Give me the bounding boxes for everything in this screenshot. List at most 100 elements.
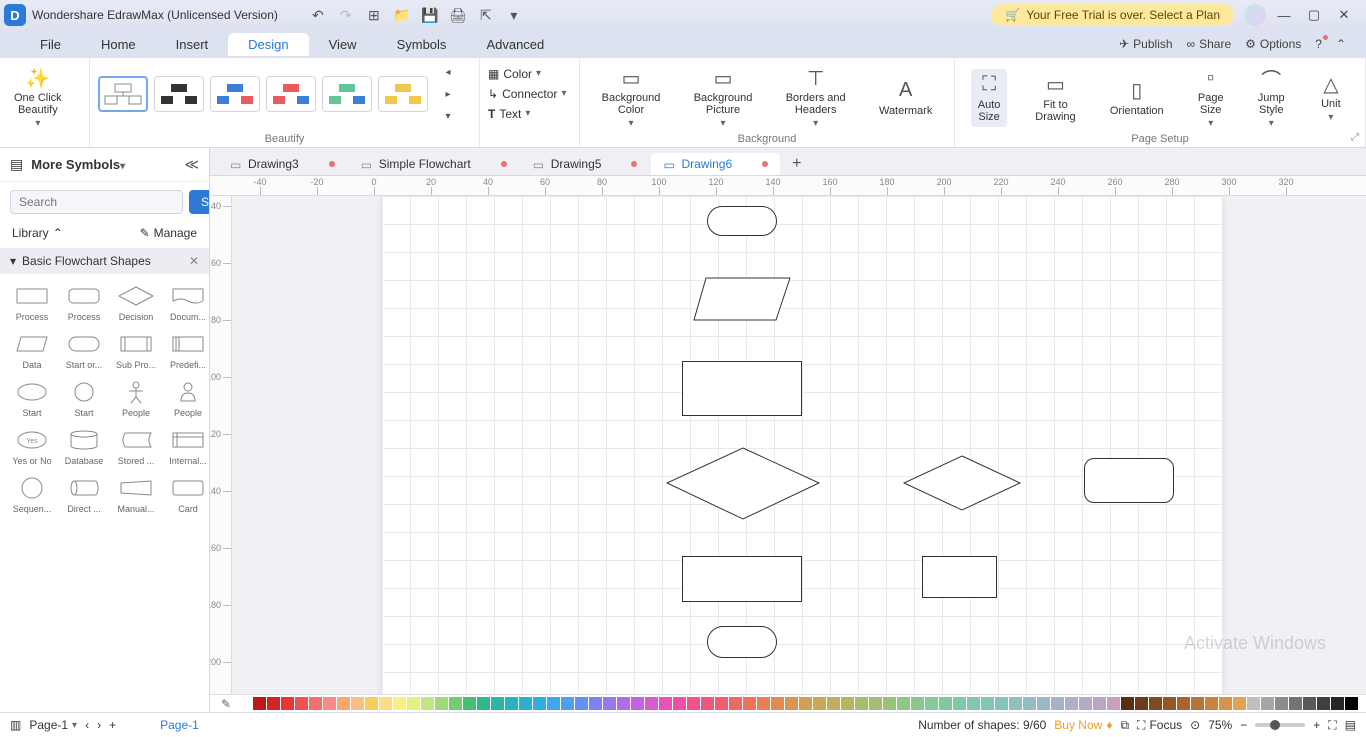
focus-button[interactable]: ⛶ Focus bbox=[1137, 718, 1182, 733]
color-swatch[interactable] bbox=[393, 697, 406, 710]
page-dropdown[interactable]: Page-1 ▾ bbox=[29, 718, 77, 732]
prev-page-button[interactable]: ‹ bbox=[85, 718, 89, 732]
auto-size-button[interactable]: ⛶Auto Size bbox=[971, 69, 1007, 127]
menu-file[interactable]: File bbox=[20, 33, 81, 56]
shapes-group-header[interactable]: ▾ Basic Flowchart Shapes ✕ bbox=[0, 248, 209, 274]
text-button[interactable]: TText▾ bbox=[482, 105, 572, 123]
color-swatch[interactable] bbox=[799, 697, 812, 710]
shape-item[interactable]: YesYes or No bbox=[8, 428, 56, 466]
add-page-button[interactable]: + bbox=[109, 718, 116, 732]
color-swatch[interactable] bbox=[603, 697, 616, 710]
fit-page-icon[interactable]: ⛶ bbox=[1328, 718, 1336, 733]
shape-item[interactable]: Internal... bbox=[164, 428, 210, 466]
color-swatch[interactable] bbox=[995, 697, 1008, 710]
color-swatch[interactable] bbox=[379, 697, 392, 710]
shape-item[interactable]: Process bbox=[60, 284, 108, 322]
color-swatch[interactable] bbox=[435, 697, 448, 710]
color-swatch[interactable] bbox=[267, 697, 280, 710]
color-swatch[interactable] bbox=[659, 697, 672, 710]
export-icon[interactable]: ⇱ bbox=[476, 5, 496, 25]
shape-item[interactable]: Start bbox=[60, 380, 108, 418]
color-swatch[interactable] bbox=[561, 697, 574, 710]
document-tab[interactable]: ▭Simple Flowchart bbox=[349, 153, 519, 175]
color-swatch[interactable] bbox=[1079, 697, 1092, 710]
theme-more-icon[interactable]: ▾ bbox=[438, 106, 458, 126]
color-swatch[interactable] bbox=[869, 697, 882, 710]
avatar[interactable] bbox=[1244, 4, 1266, 26]
watermark-button[interactable]: AWatermark bbox=[873, 75, 938, 121]
color-swatch[interactable] bbox=[239, 697, 252, 710]
shape-item[interactable]: Sub Pro... bbox=[112, 332, 160, 370]
color-swatch[interactable] bbox=[715, 697, 728, 710]
color-swatch[interactable] bbox=[1107, 697, 1120, 710]
shape-terminator-start[interactable] bbox=[707, 206, 777, 236]
color-swatch[interactable] bbox=[981, 697, 994, 710]
color-swatch[interactable] bbox=[939, 697, 952, 710]
document-tab[interactable]: ▭Drawing3 bbox=[218, 153, 347, 175]
color-swatch[interactable] bbox=[1233, 697, 1246, 710]
theme-next-icon[interactable]: ▸ bbox=[438, 84, 458, 104]
close-button[interactable]: ✕ bbox=[1336, 7, 1352, 23]
color-swatch[interactable] bbox=[1331, 697, 1344, 710]
color-swatch[interactable] bbox=[1149, 697, 1162, 710]
color-swatch[interactable] bbox=[477, 697, 490, 710]
color-swatch[interactable] bbox=[785, 697, 798, 710]
color-swatch[interactable] bbox=[631, 697, 644, 710]
color-swatch[interactable] bbox=[1289, 697, 1302, 710]
color-swatch[interactable] bbox=[281, 697, 294, 710]
minimize-button[interactable]: — bbox=[1276, 7, 1292, 23]
color-swatch[interactable] bbox=[1247, 697, 1260, 710]
menu-insert[interactable]: Insert bbox=[156, 33, 229, 56]
zoom-out-button[interactable]: − bbox=[1240, 718, 1247, 732]
close-group-icon[interactable]: ✕ bbox=[189, 254, 199, 268]
options-button[interactable]: ⚙Options bbox=[1245, 37, 1301, 51]
theme-4[interactable] bbox=[266, 76, 316, 112]
color-swatch[interactable] bbox=[925, 697, 938, 710]
color-swatch[interactable] bbox=[1093, 697, 1106, 710]
color-swatch[interactable] bbox=[365, 697, 378, 710]
color-swatch[interactable] bbox=[519, 697, 532, 710]
menu-view[interactable]: View bbox=[309, 33, 377, 56]
orientation-button[interactable]: ▯Orientation bbox=[1104, 75, 1170, 121]
shape-process-rounded[interactable] bbox=[1084, 458, 1174, 503]
jump-style-button[interactable]: ⌒Jump Style▾ bbox=[1252, 62, 1291, 133]
color-swatch[interactable] bbox=[407, 697, 420, 710]
theme-1[interactable] bbox=[98, 76, 148, 112]
maximize-button[interactable]: ▢ bbox=[1306, 7, 1322, 23]
color-swatch[interactable] bbox=[729, 697, 742, 710]
open-icon[interactable]: 📁 bbox=[392, 5, 412, 25]
buy-now-link[interactable]: Buy Now ♦ bbox=[1054, 718, 1112, 732]
menu-design[interactable]: Design bbox=[228, 33, 308, 56]
color-swatch[interactable] bbox=[1205, 697, 1218, 710]
color-swatch[interactable] bbox=[757, 697, 770, 710]
shape-item[interactable]: Start bbox=[8, 380, 56, 418]
color-swatch[interactable] bbox=[1037, 697, 1050, 710]
shape-terminator-end[interactable] bbox=[707, 626, 777, 658]
color-swatch[interactable] bbox=[827, 697, 840, 710]
color-swatch[interactable] bbox=[701, 697, 714, 710]
collapse-ribbon-button[interactable]: ⌃ bbox=[1336, 37, 1346, 51]
color-swatch[interactable] bbox=[589, 697, 602, 710]
color-swatch[interactable] bbox=[323, 697, 336, 710]
search-input[interactable] bbox=[10, 190, 183, 214]
color-swatch[interactable] bbox=[841, 697, 854, 710]
color-swatch[interactable] bbox=[1191, 697, 1204, 710]
shape-item[interactable]: Card bbox=[164, 476, 210, 514]
shape-process-2[interactable] bbox=[682, 556, 802, 602]
zoom-slider[interactable] bbox=[1255, 723, 1305, 727]
color-swatch[interactable] bbox=[533, 697, 546, 710]
fit-to-drawing-button[interactable]: ▭Fit to Drawing bbox=[1029, 69, 1081, 127]
collapse-sidebar-icon[interactable]: ≪ bbox=[184, 156, 199, 173]
save-icon[interactable]: 💾 bbox=[420, 5, 440, 25]
color-swatch[interactable] bbox=[253, 697, 266, 710]
eyedropper-icon[interactable]: ✎ bbox=[218, 696, 234, 712]
color-swatch[interactable] bbox=[1065, 697, 1078, 710]
background-color-button[interactable]: ▭Background Color▾ bbox=[596, 62, 667, 133]
color-swatch[interactable] bbox=[883, 697, 896, 710]
color-swatch[interactable] bbox=[967, 697, 980, 710]
connector-button[interactable]: ↳Connector▾ bbox=[482, 85, 572, 103]
color-swatch[interactable] bbox=[1303, 697, 1316, 710]
color-swatch[interactable] bbox=[911, 697, 924, 710]
shape-decision-2[interactable] bbox=[902, 454, 1022, 512]
search-button[interactable]: Search bbox=[189, 190, 210, 214]
